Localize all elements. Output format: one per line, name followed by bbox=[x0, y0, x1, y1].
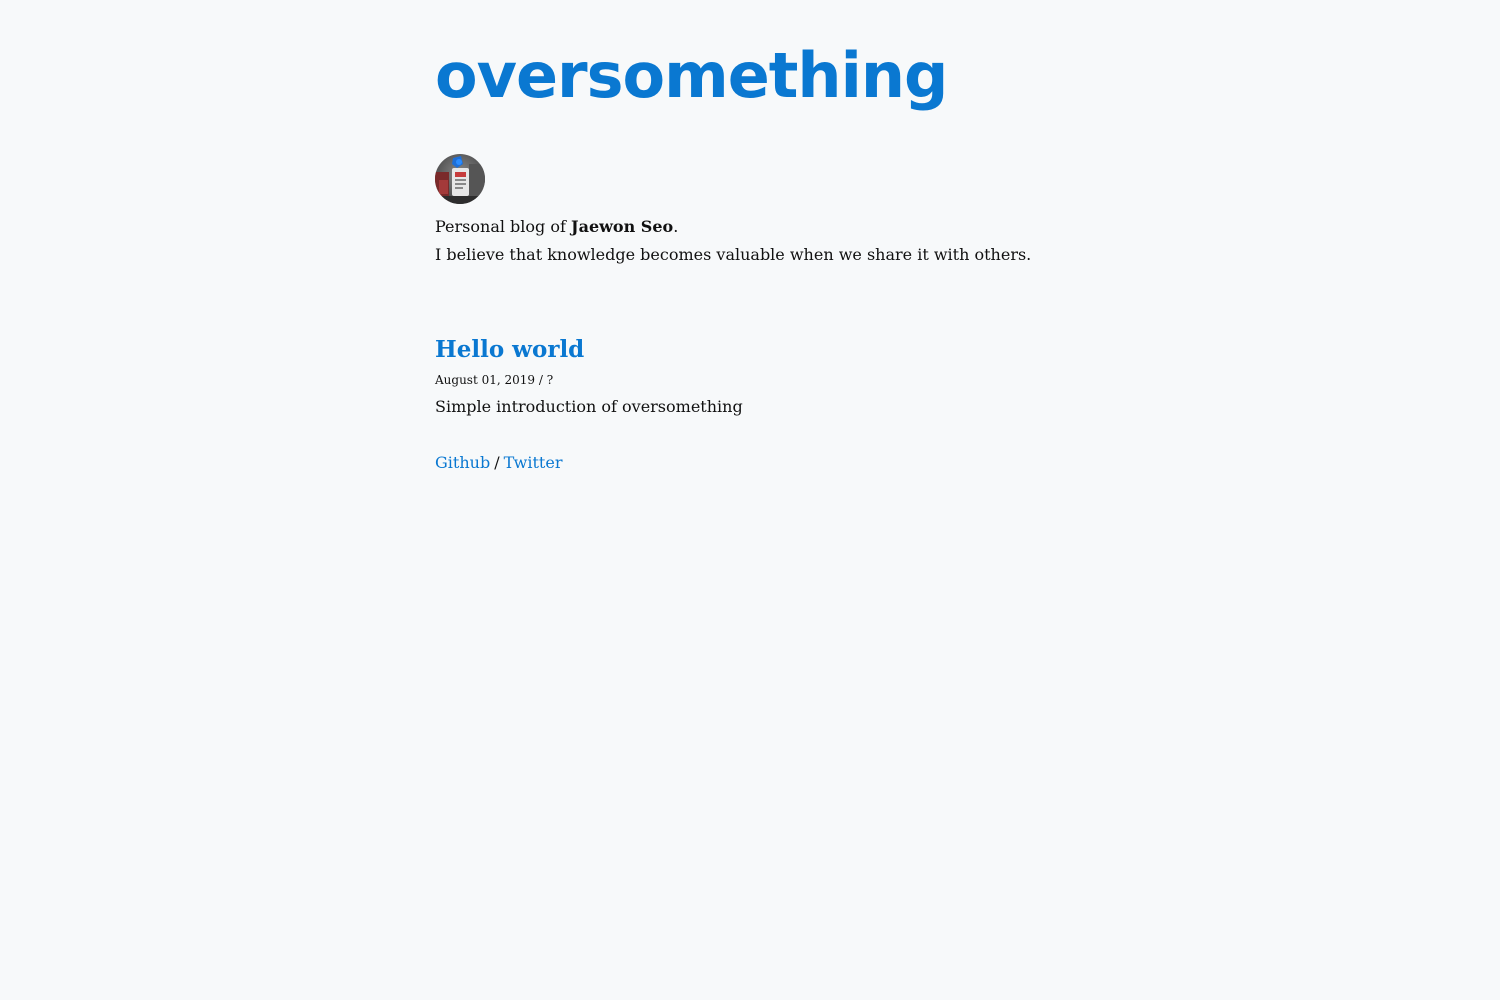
author-bio: Personal blog of Jaewon Seo. I believe th… bbox=[435, 154, 1075, 269]
bio-intro-suffix: . bbox=[673, 217, 679, 236]
post-list: Hello world August 01, 2019 / ? Simple i… bbox=[435, 332, 1075, 420]
post-meta: August 01, 2019 / ? bbox=[435, 370, 1075, 390]
twitter-link[interactable]: Twitter bbox=[504, 453, 563, 472]
post-title-link[interactable]: Hello world bbox=[435, 332, 1075, 368]
post-item: Hello world August 01, 2019 / ? Simple i… bbox=[435, 332, 1075, 420]
post-date: August 01, 2019 bbox=[435, 373, 536, 387]
post-excerpt: Simple introduction of oversomething bbox=[435, 397, 743, 416]
footer: Github / Twitter bbox=[435, 449, 562, 477]
post-meta-separator: / bbox=[535, 373, 547, 387]
post-reading-marker: ? bbox=[546, 373, 554, 387]
footer-separator: / bbox=[494, 453, 500, 472]
github-link[interactable]: Github bbox=[435, 453, 490, 472]
bio-text: Personal blog of Jaewon Seo. I believe th… bbox=[435, 213, 1075, 269]
bio-tagline: I believe that knowledge becomes valuabl… bbox=[435, 245, 1032, 264]
site-title-link[interactable]: oversomething bbox=[435, 38, 948, 114]
author-photo-icon bbox=[435, 154, 485, 204]
avatar bbox=[435, 154, 485, 204]
bio-intro-prefix: Personal blog of bbox=[435, 217, 572, 236]
author-name: Jaewon Seo bbox=[571, 217, 674, 236]
